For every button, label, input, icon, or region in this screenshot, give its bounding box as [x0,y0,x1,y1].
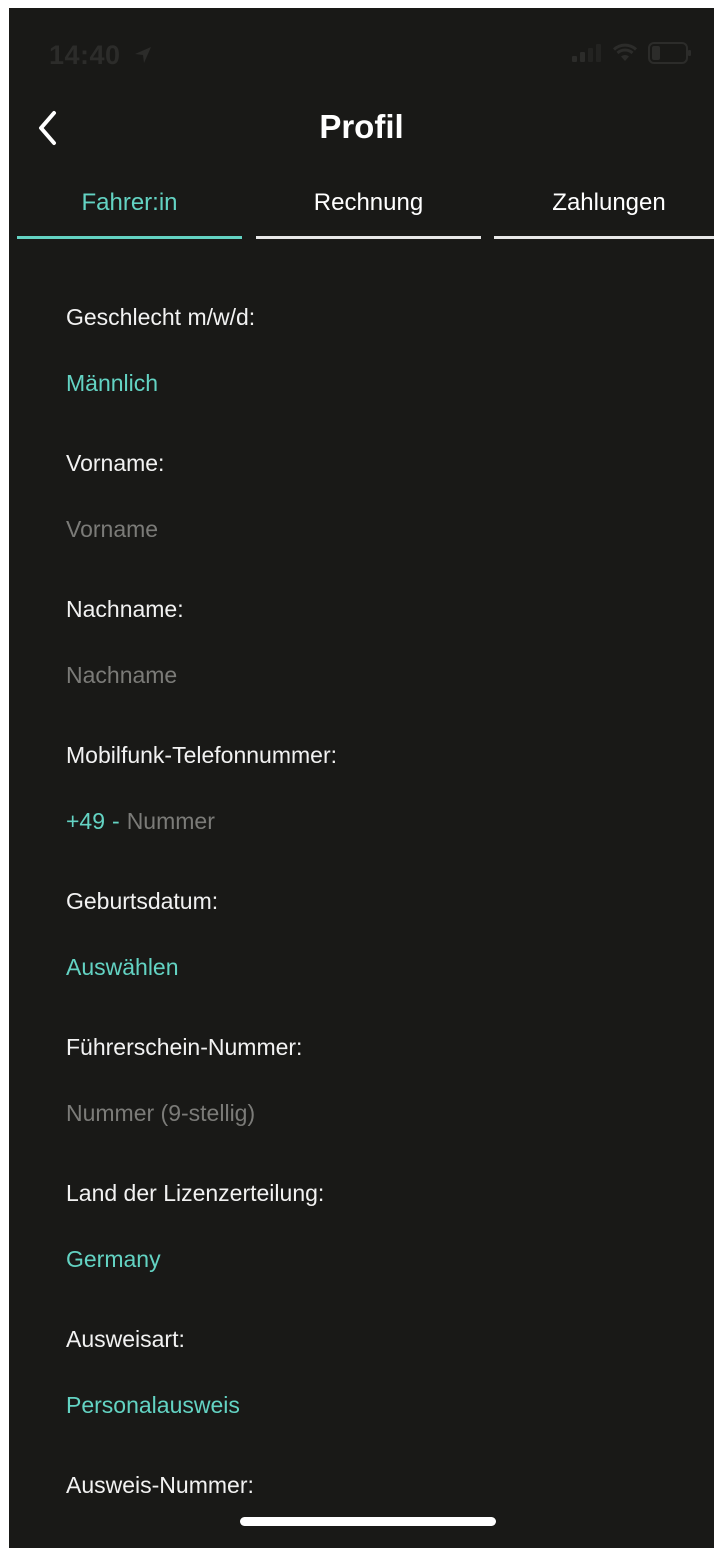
profile-form: Geschlecht m/w/d: Männlich Vorname: Nach… [66,304,714,1472]
status-time: 14:40 [49,40,121,70]
gender-label: Geschlecht m/w/d: [66,304,256,330]
license-number-label: Führerschein-Nummer: [66,1034,303,1060]
license-number-field: Führerschein-Nummer: [66,1034,714,1180]
last-name-input[interactable] [66,662,466,689]
battery-icon [648,42,691,64]
tab-underline [494,236,714,239]
phone-input-row: +49 - [66,808,427,835]
last-name-input-wrap [66,662,466,689]
license-country-field: Land der Lizenzerteilung: Germany [66,1180,714,1326]
home-indicator[interactable] [240,1517,496,1526]
tab-underline [256,236,481,239]
system-icons [572,42,692,64]
page-title: Profil [319,108,404,145]
app-screen: 14:40 Profil Fahrer:in Rechnung Zahlunge… [9,8,714,1548]
header: Profil [9,98,714,158]
license-country-label: Land der Lizenzerteilung: [66,1180,325,1206]
last-name-label: Nachname: [66,596,184,622]
tab-label: Zahlungen [552,189,666,216]
first-name-label: Vorname: [66,450,165,476]
tab-rechnung[interactable]: Rechnung [256,180,481,242]
status-bar: 14:40 [9,8,714,88]
birthdate-field: Geburtsdatum: Auswählen [66,888,714,1034]
license-country-select[interactable]: Germany [66,1246,161,1273]
first-name-field: Vorname: [66,450,714,596]
birthdate-picker[interactable]: Auswählen [66,954,179,981]
tab-zahlungen[interactable]: Zahlungen [494,180,714,242]
phone-field: Mobilfunk-Telefonnummer: +49 - [66,742,714,888]
gender-field: Geschlecht m/w/d: Männlich [66,304,714,450]
license-number-input-wrap [66,1100,466,1127]
tab-label: Fahrer:in [81,189,178,216]
tab-underline-active [17,236,242,239]
gender-select[interactable]: Männlich [66,370,158,397]
license-number-input[interactable] [66,1100,466,1127]
tab-bar: Fahrer:in Rechnung Zahlungen [9,180,714,242]
first-name-input-wrap [66,516,466,543]
location-arrow-icon [135,47,151,63]
country-code-select[interactable]: +49 [66,808,105,835]
cellular-signal-icon [572,44,601,62]
tab-fahrer[interactable]: Fahrer:in [17,180,242,242]
birthdate-label: Geburtsdatum: [66,888,219,914]
last-name-field: Nachname: [66,596,714,742]
phone-separator: - [112,808,120,834]
id-number-label: Ausweis-Nummer: [66,1472,254,1498]
phone-label: Mobilfunk-Telefonnummer: [66,742,338,768]
phone-number-input[interactable] [126,808,427,835]
wifi-icon [612,43,638,61]
first-name-input[interactable] [66,516,466,543]
id-type-select[interactable]: Personalausweis [66,1392,240,1419]
id-type-field: Ausweisart: Personalausweis [66,1326,714,1472]
id-type-label: Ausweisart: [66,1326,185,1352]
tab-label: Rechnung [313,189,424,216]
